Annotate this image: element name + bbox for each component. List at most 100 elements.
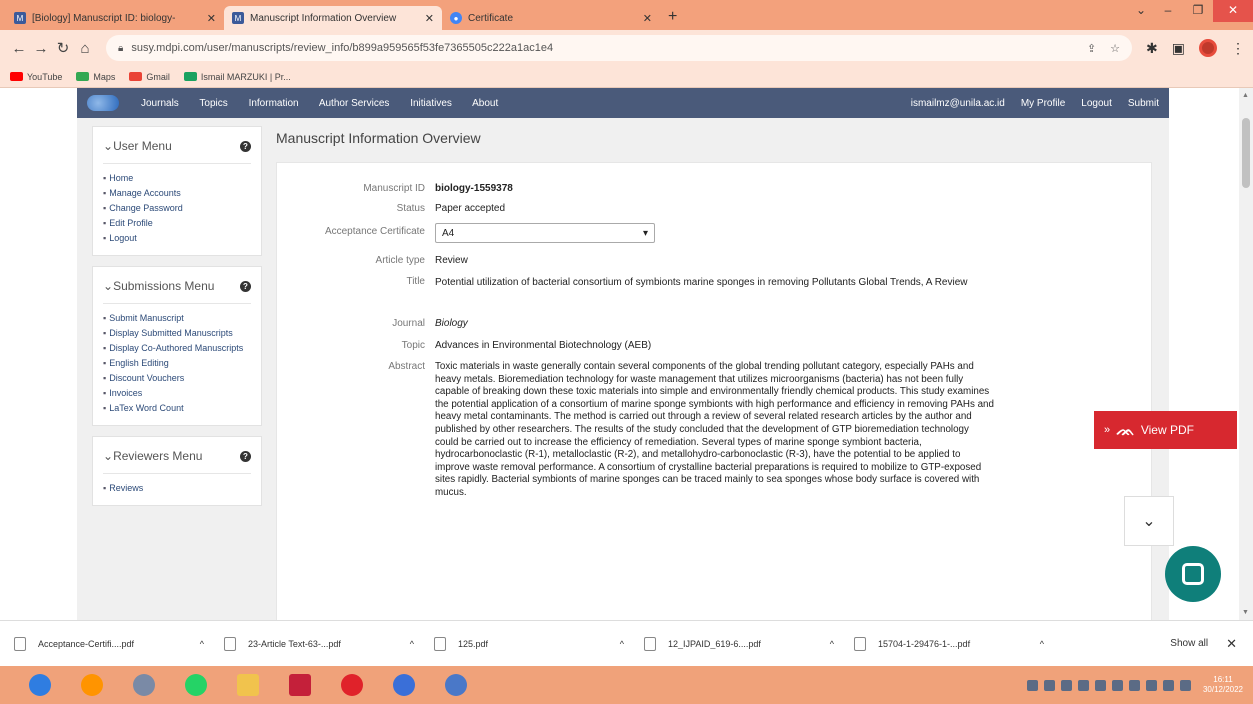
sidebar-item-home[interactable]: Home	[103, 172, 251, 185]
show-all-button[interactable]: Show all	[1170, 638, 1208, 649]
close-icon[interactable]: ✕	[643, 12, 652, 25]
chevron-up-icon[interactable]: ^	[830, 639, 834, 649]
sidebar-item-invoices[interactable]: Invoices	[103, 387, 251, 400]
sidebar-item-submitted-manuscripts[interactable]: Display Submitted Manuscripts	[103, 327, 251, 340]
downloads-bar: Acceptance-Certifi....pdf ^ 23-Article T…	[0, 620, 1253, 666]
taskbar-app[interactable]	[66, 669, 118, 701]
system-clock[interactable]: 16:11 30/12/2022	[1203, 675, 1243, 695]
chat-button[interactable]	[1165, 546, 1221, 602]
tray-icon[interactable]	[1043, 679, 1055, 691]
sidebar-item-english-editing[interactable]: English Editing	[103, 357, 251, 370]
tray-icon[interactable]	[1060, 679, 1072, 691]
bookmark-ismail[interactable]: Ismail MARZUKI | Pr...	[183, 72, 291, 82]
tray-icon[interactable]	[1111, 679, 1123, 691]
nav-user-email[interactable]: ismailmz@unila.ac.id	[911, 98, 1005, 109]
submissions-menu-header[interactable]: ⌄Submissions Menu ?	[103, 275, 251, 304]
close-icon[interactable]: ✕	[1226, 636, 1237, 652]
tray-icon[interactable]	[1162, 679, 1174, 691]
nav-initiatives[interactable]: Initiatives	[410, 98, 452, 109]
home-icon[interactable]: ⌂	[74, 40, 96, 57]
chevron-up-icon[interactable]: ^	[410, 639, 414, 649]
nav-author-services[interactable]: Author Services	[319, 98, 390, 109]
minimize-button[interactable]: –	[1153, 0, 1183, 22]
profile-avatar[interactable]	[1199, 39, 1217, 57]
nav-my-profile[interactable]: My Profile	[1021, 98, 1065, 109]
extensions-icon[interactable]: ✱	[1146, 40, 1158, 57]
tray-icon[interactable]	[1145, 679, 1157, 691]
nav-journals[interactable]: Journals	[141, 98, 179, 109]
taskbar-app[interactable]	[430, 669, 482, 701]
nav-topics[interactable]: Topics	[199, 98, 227, 109]
chevron-up-icon[interactable]: ^	[200, 639, 204, 649]
tray-icon[interactable]	[1179, 679, 1191, 691]
maximize-button[interactable]: ❐	[1183, 0, 1213, 22]
taskbar-app[interactable]	[378, 669, 430, 701]
nav-about[interactable]: About	[472, 98, 498, 109]
tray-icon[interactable]	[1094, 679, 1106, 691]
browser-tab-1[interactable]: M [Biology] Manuscript ID: biology- ✕	[6, 6, 224, 30]
sidebar-item-latex-word-count[interactable]: LaTex Word Count	[103, 402, 251, 415]
forward-icon[interactable]: →	[30, 40, 52, 57]
new-tab-button[interactable]: +	[668, 8, 677, 26]
tray-icon[interactable]	[1026, 679, 1038, 691]
taskbar-app[interactable]	[118, 669, 170, 701]
chevron-down-icon[interactable]: ⌄	[1129, 0, 1153, 22]
sidebar-item-discount-vouchers[interactable]: Discount Vouchers	[103, 372, 251, 385]
reload-icon[interactable]: ↻	[52, 39, 74, 57]
side-panel-icon[interactable]: ▣	[1172, 40, 1185, 57]
share-icon[interactable]: ⇪	[1087, 42, 1096, 55]
back-icon[interactable]: ←	[8, 40, 30, 57]
bookmark-youtube[interactable]: YouTube	[10, 72, 62, 82]
download-item[interactable]: 12_IJPAID_619-6....pdf ^	[644, 636, 854, 651]
menu-icon[interactable]: ⋮	[1231, 40, 1245, 57]
address-bar[interactable]: 🔒︎ susy.mdpi.com/user/manuscripts/review…	[106, 35, 1133, 61]
sidebar-item-logout[interactable]: Logout	[103, 232, 251, 245]
download-item[interactable]: 23-Article Text-63-...pdf ^	[224, 636, 434, 651]
sidebar-item-submit-manuscript[interactable]: Submit Manuscript	[103, 312, 251, 325]
browser-tab-2[interactable]: M Manuscript Information Overview ✕	[224, 6, 442, 30]
taskbar-app[interactable]	[222, 669, 274, 701]
reviewers-menu-header[interactable]: ⌄Reviewers Menu ?	[103, 445, 251, 474]
scroll-down-button[interactable]: ⌄	[1124, 496, 1174, 546]
page-scrollbar[interactable]: ▲ ▼	[1239, 88, 1253, 620]
download-item[interactable]: 125.pdf ^	[434, 636, 644, 651]
help-icon[interactable]: ?	[240, 280, 251, 292]
sidebar-item-change-password[interactable]: Change Password	[103, 202, 251, 215]
help-icon[interactable]: ?	[240, 140, 251, 152]
taskbar-app[interactable]	[274, 669, 326, 701]
tray-icon[interactable]	[1077, 679, 1089, 691]
close-window-button[interactable]: ✕	[1213, 0, 1253, 22]
bookmark-star-icon[interactable]: ☆	[1110, 42, 1120, 55]
chevron-up-icon[interactable]: ^	[620, 639, 624, 649]
scrollbar-thumb[interactable]	[1242, 118, 1250, 188]
dropdown-arrow-icon: ▾	[642, 227, 648, 239]
certificate-select[interactable]: A4 ▾	[435, 223, 655, 243]
view-pdf-button[interactable]: » ᨏ View PDF	[1094, 411, 1237, 449]
close-icon[interactable]: ✕	[425, 12, 434, 25]
taskbar-app[interactable]	[14, 669, 66, 701]
manuscript-id-label: Manuscript ID	[363, 183, 425, 194]
tray-icon[interactable]	[1128, 679, 1140, 691]
bookmark-maps[interactable]: Maps	[76, 72, 115, 82]
chevron-up-icon[interactable]: ^	[1040, 639, 1044, 649]
download-item[interactable]: 15704-1-29476-1-...pdf ^	[854, 636, 1064, 651]
scroll-up-icon[interactable]: ▲	[1242, 92, 1249, 99]
mdpi-logo[interactable]	[87, 95, 119, 111]
nav-submit[interactable]: Submit	[1128, 98, 1159, 109]
scroll-down-icon[interactable]: ▼	[1242, 609, 1249, 616]
bookmark-gmail[interactable]: Gmail	[129, 72, 170, 82]
close-icon[interactable]: ✕	[207, 12, 216, 25]
nav-information[interactable]: Information	[249, 98, 299, 109]
taskbar-app[interactable]	[170, 669, 222, 701]
sidebar-item-edit-profile[interactable]: Edit Profile	[103, 217, 251, 230]
taskbar-app[interactable]	[326, 669, 378, 701]
sidebar-item-coauthored-manuscripts[interactable]: Display Co-Authored Manuscripts	[103, 342, 251, 355]
sidebar-item-reviews[interactable]: Reviews	[103, 482, 251, 495]
sidebar-item-manage-accounts[interactable]: Manage Accounts	[103, 187, 251, 200]
system-tray: 16:11 30/12/2022	[1026, 675, 1243, 695]
browser-tab-3[interactable]: ● Certificate ✕	[442, 6, 660, 30]
nav-logout[interactable]: Logout	[1081, 98, 1112, 109]
user-menu-header[interactable]: ⌄User Menu ?	[103, 135, 251, 164]
download-item[interactable]: Acceptance-Certifi....pdf ^	[14, 636, 224, 651]
help-icon[interactable]: ?	[240, 450, 251, 462]
